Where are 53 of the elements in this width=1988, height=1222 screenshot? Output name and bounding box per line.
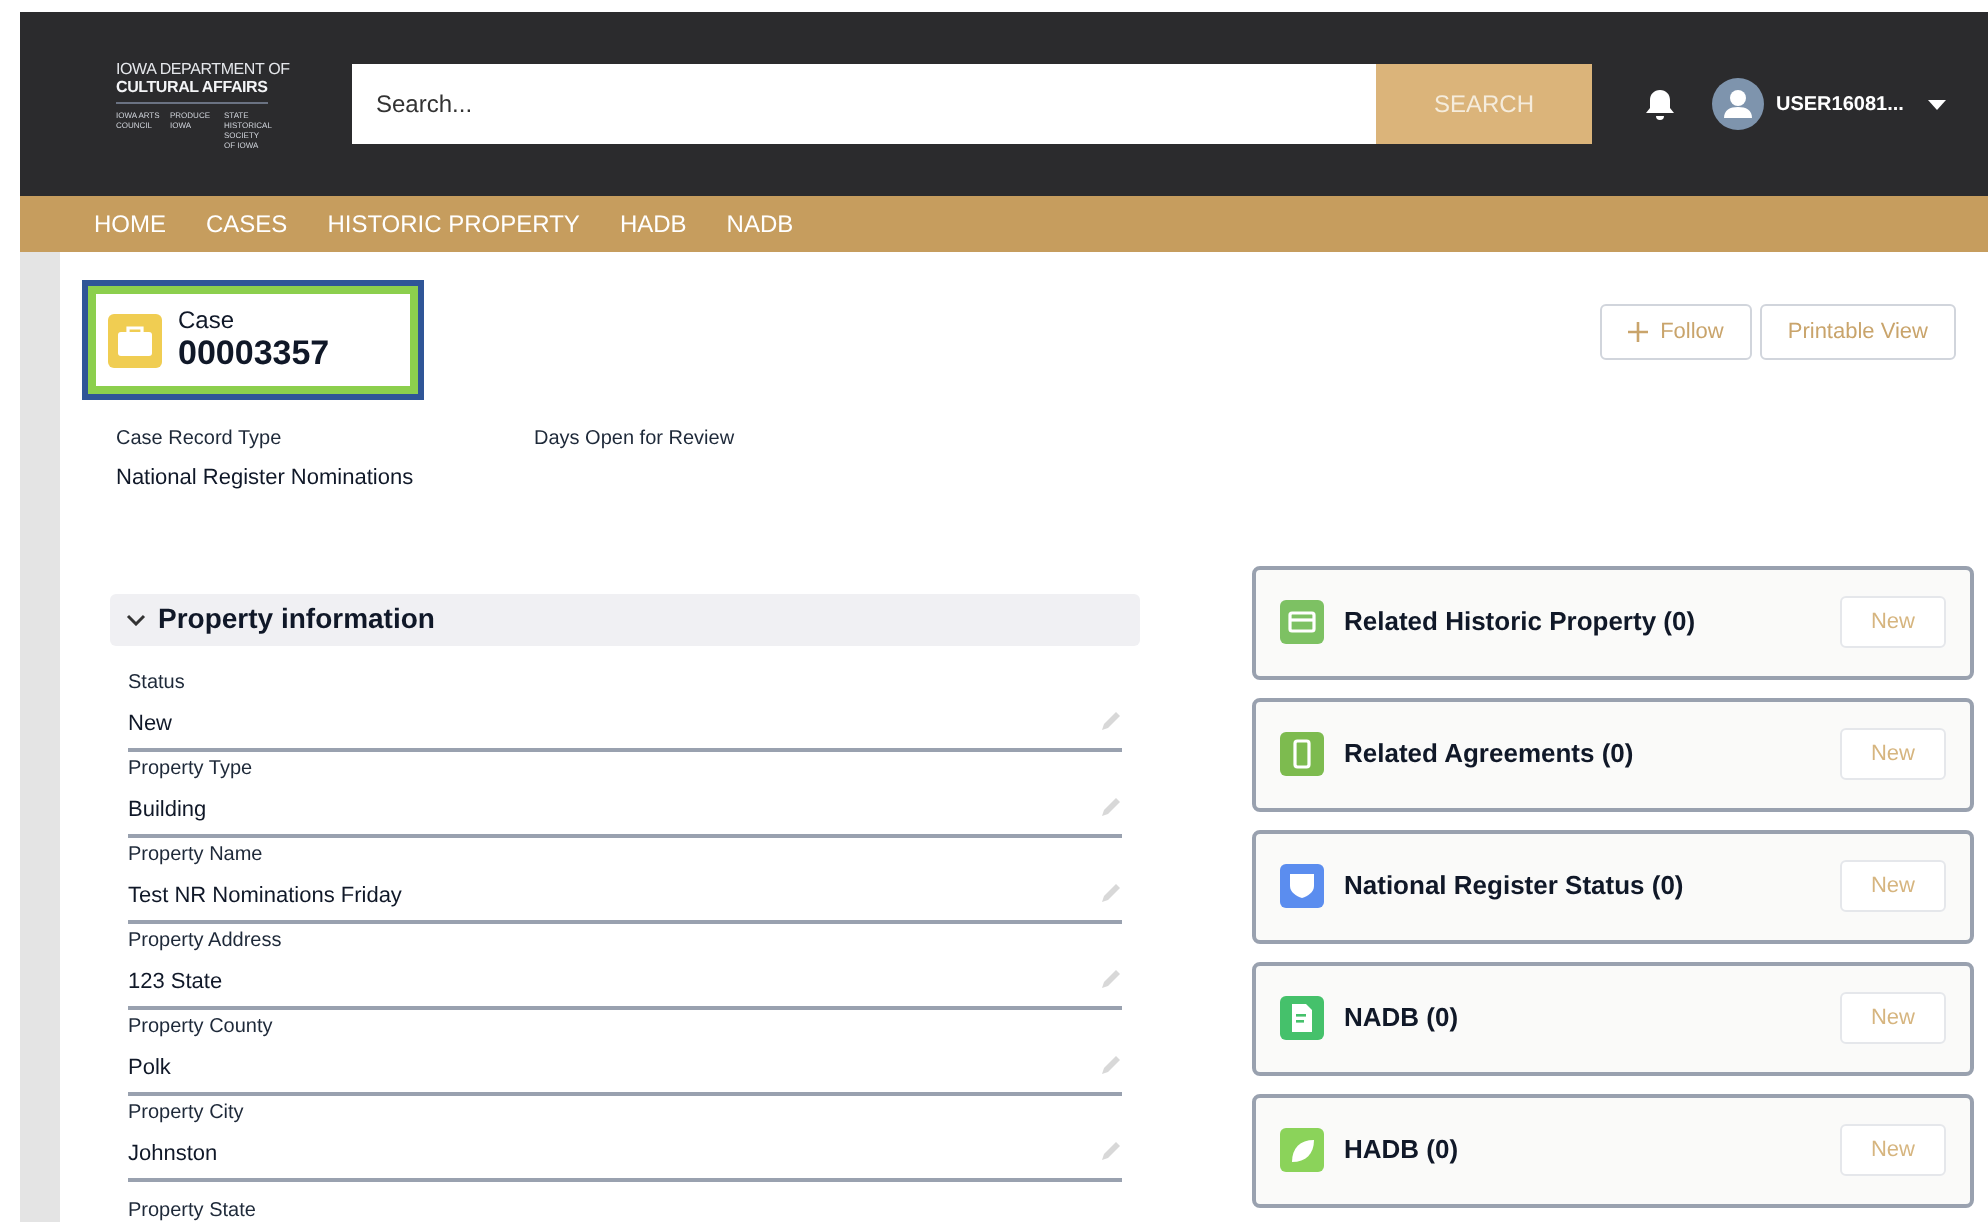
new-button[interactable]: New (1840, 860, 1946, 912)
new-button[interactable]: New (1840, 1124, 1946, 1176)
bell-icon[interactable] (1644, 87, 1676, 121)
new-button[interactable]: New (1840, 992, 1946, 1044)
pencil-icon[interactable] (1100, 710, 1122, 732)
pencil-icon[interactable] (1100, 882, 1122, 904)
new-button[interactable]: New (1840, 728, 1946, 780)
field-label: Property Type (128, 755, 253, 783)
field-value: Polk (128, 1053, 173, 1083)
field-value: New (128, 709, 175, 739)
record-type: Case (178, 307, 237, 333)
highlight-label: Days Open for Review (534, 426, 737, 454)
field-label: Property County (128, 1013, 273, 1041)
nav-link[interactable]: NADB (726, 206, 794, 242)
highlight-value: National Register Nominations (116, 464, 416, 494)
related-list-title[interactable]: National Register Status (0) (1344, 866, 1820, 906)
field-value: Building (128, 795, 209, 825)
field-label: Property Address (128, 927, 282, 955)
related-list-title[interactable]: HADB (0) (1344, 1130, 1820, 1170)
related-list-title[interactable]: NADB (0) (1344, 998, 1820, 1038)
search-field[interactable]: Search... (352, 64, 1376, 144)
briefcase-icon (108, 313, 162, 367)
related-list-title[interactable]: Related Historic Property (0) (1344, 602, 1820, 642)
highlight-label: Case Record Type (116, 426, 284, 454)
user-name[interactable]: USER16081... (1776, 89, 1904, 119)
logo-text: IOWA DEPARTMENT OF (116, 59, 292, 77)
pencil-icon[interactable] (1100, 1054, 1122, 1076)
section-header[interactable]: Property information (110, 593, 1140, 646)
field-label: Status (128, 669, 185, 697)
field-label: Property State (128, 1198, 256, 1222)
nav-link[interactable]: HADB (619, 206, 687, 242)
field-value: 123 State (128, 967, 225, 997)
caret-icon[interactable] (1927, 99, 1946, 109)
follow-button[interactable]: Follow (1600, 304, 1752, 360)
chevron-icon (126, 613, 146, 626)
related-list-title[interactable]: Related Agreements (0) (1344, 734, 1820, 774)
new-button[interactable]: New (1840, 596, 1946, 648)
field-label: Property City (128, 1099, 244, 1127)
plus-icon (1628, 322, 1649, 342)
field-value: Johnston (128, 1139, 220, 1169)
field-value: Test NR Nominations Friday (128, 881, 402, 911)
logo-text: CULTURAL AFFAIRS (116, 77, 270, 95)
pencil-icon[interactable] (1100, 1140, 1122, 1162)
printable-view-button[interactable]: Printable View (1759, 304, 1956, 360)
search-button[interactable]: SEARCH (1376, 64, 1592, 144)
nav-link[interactable]: HISTORIC PROPERTY (327, 206, 580, 242)
nav-link[interactable]: CASES (206, 206, 288, 242)
nav-link[interactable]: HOME (94, 206, 166, 242)
avatar-icon[interactable] (1712, 78, 1764, 130)
pencil-icon[interactable] (1100, 968, 1122, 990)
field-label: Property Name (128, 841, 265, 869)
record-number: 00003357 (178, 333, 330, 373)
pencil-icon[interactable] (1100, 796, 1122, 818)
